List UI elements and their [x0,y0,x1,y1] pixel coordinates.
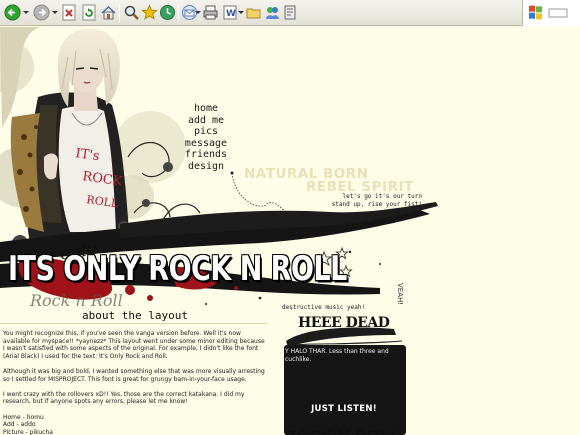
about-paragraph: You might recognize this, if you've seen… [3,330,265,360]
favorites-icon[interactable] [141,4,158,21]
back-icon[interactable] [4,4,21,21]
nav-friends[interactable]: friends [176,149,236,161]
messenger-icon[interactable] [264,4,281,21]
search-icon[interactable] [123,4,140,21]
about-paragraph: Although it was big and bold, I wanted s… [3,367,265,383]
mail-dropdown-icon[interactable] [195,11,201,14]
nav-home[interactable]: home [176,103,236,115]
about-glossary: Home - homu Add - addo Picture - pikucha [3,413,53,435]
edit-dropdown-icon[interactable] [238,11,244,14]
back-dropdown-icon[interactable] [23,11,29,14]
page-content: IT's ROCK ROLL Rock n Roll home add me p… [0,27,580,435]
about-paragraph: I went crazy with the rollovers xD!! Yes… [3,390,245,406]
player-header-text: HEEE DEAD [298,315,390,331]
player-footer-text: ROCK N ROLL [284,427,400,435]
player-side-text: VEAH! [396,283,404,306]
windows-logo [522,0,580,26]
home-icon[interactable] [100,4,117,21]
tools-icon[interactable] [282,4,299,21]
about-heading: about the layout [82,309,188,322]
edit-icon[interactable]: W [222,4,239,21]
browser-toolbar: W [0,0,580,26]
stop-icon[interactable] [61,4,78,21]
history-icon[interactable] [159,4,176,21]
nav-pics[interactable]: pics [176,126,236,138]
page-title: ITS ONLY ROCK N ROLL [8,250,347,289]
svg-text:W: W [226,9,236,19]
forward-dropdown-icon[interactable] [52,11,58,14]
just-listen-button[interactable]: JUST LISTEN! [302,403,386,416]
refresh-icon[interactable] [81,4,98,21]
nav-message[interactable]: message [176,138,236,150]
nav-design[interactable]: design [176,161,236,173]
music-player: HEEE DEAD Y HALO THAR. Less than three a… [284,315,408,435]
main-nav: home add me pics message friends design [176,103,236,172]
lyric-lets-go: let's go it's our turn stand up, rise yo… [331,193,422,208]
svg-text:Rock n Roll: Rock n Roll [29,291,123,310]
folder-icon[interactable] [245,4,262,21]
print-icon[interactable] [202,4,219,21]
player-message: Y HALO THAR. Less than three and cuchlik… [285,348,389,363]
about-divider [0,323,268,324]
about-text: You might recognize this, if you've seen… [3,330,268,435]
tagline-destructive: destructive music yeah! [282,304,366,311]
forward-icon[interactable] [33,4,50,21]
nav-add-me[interactable]: add me [176,115,236,127]
